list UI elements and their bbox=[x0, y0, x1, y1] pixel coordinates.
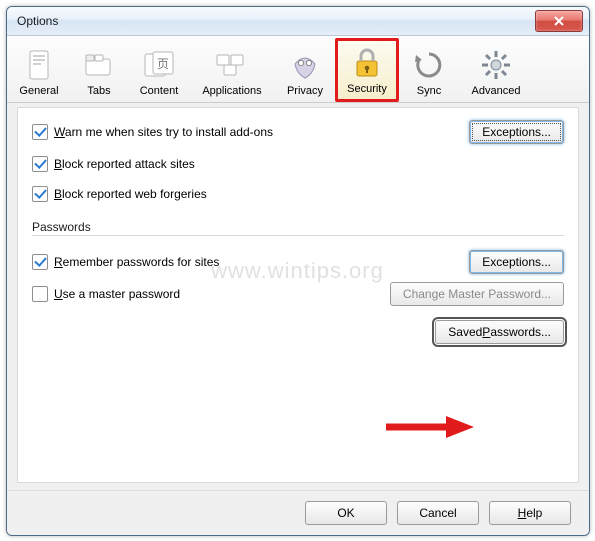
tab-advanced[interactable]: Advanced bbox=[459, 38, 533, 102]
exceptions-passwords-button[interactable]: Exceptions... bbox=[469, 250, 564, 274]
advanced-icon bbox=[480, 47, 512, 83]
tab-label: Sync bbox=[417, 85, 441, 97]
window-title: Options bbox=[7, 14, 58, 28]
tab-tabs[interactable]: Tabs bbox=[69, 38, 129, 102]
tab-label: Tabs bbox=[87, 85, 110, 97]
remember-passwords-label: Remember passwords for sites bbox=[54, 255, 219, 269]
block-attack-checkbox[interactable] bbox=[32, 156, 48, 172]
category-toolbar: General Tabs 页 Content Applications Priv… bbox=[7, 36, 589, 103]
tab-label: Privacy bbox=[287, 85, 323, 97]
exceptions-addons-button[interactable]: Exceptions... bbox=[469, 120, 564, 144]
warn-addons-checkbox[interactable] bbox=[32, 124, 48, 140]
tab-label: Applications bbox=[202, 85, 261, 97]
tab-label: Content bbox=[140, 85, 179, 97]
warn-addons-label: Warn me when sites try to install add-on… bbox=[54, 125, 273, 139]
security-icon bbox=[353, 45, 381, 81]
block-forgeries-checkbox[interactable] bbox=[32, 186, 48, 202]
titlebar: Options bbox=[7, 7, 589, 36]
block-attack-row: Block reported attack sites bbox=[32, 152, 564, 176]
tab-content[interactable]: 页 Content bbox=[129, 38, 189, 102]
tab-applications[interactable]: Applications bbox=[189, 38, 275, 102]
tab-label: Security bbox=[347, 83, 387, 95]
remember-passwords-checkbox[interactable] bbox=[32, 254, 48, 270]
svg-text:页: 页 bbox=[157, 57, 169, 71]
tab-general[interactable]: General bbox=[9, 38, 69, 102]
block-forgeries-row: Block reported web forgeries bbox=[32, 182, 564, 206]
tab-security[interactable]: Security bbox=[335, 38, 399, 102]
general-icon bbox=[26, 47, 52, 83]
block-attack-label: Block reported attack sites bbox=[54, 157, 195, 171]
saved-passwords-row: Saved Passwords... bbox=[32, 320, 564, 344]
ok-button[interactable]: OK bbox=[305, 501, 387, 525]
tab-label: General bbox=[19, 85, 58, 97]
master-password-row: Use a master password Change Master Pass… bbox=[32, 282, 564, 306]
passwords-group-label: Passwords bbox=[32, 220, 97, 234]
applications-icon bbox=[215, 47, 249, 83]
master-password-label: Use a master password bbox=[54, 287, 180, 301]
options-window: Options General Tabs 页 Content bbox=[6, 6, 590, 536]
passwords-group: Passwords bbox=[18, 220, 578, 240]
security-panel: Warn me when sites try to install add-on… bbox=[17, 107, 579, 483]
content-icon: 页 bbox=[143, 47, 175, 83]
change-master-password-button[interactable]: Change Master Password... bbox=[390, 282, 564, 306]
cancel-button[interactable]: Cancel bbox=[397, 501, 479, 525]
annotation-arrow-icon bbox=[384, 414, 474, 440]
tab-privacy[interactable]: Privacy bbox=[275, 38, 335, 102]
remember-passwords-row: Remember passwords for sites Exceptions.… bbox=[32, 250, 564, 274]
block-forgeries-label: Block reported web forgeries bbox=[54, 187, 207, 201]
master-password-checkbox[interactable] bbox=[32, 286, 48, 302]
dialog-button-bar: OK Cancel Help bbox=[7, 490, 589, 535]
tabs-icon bbox=[83, 47, 115, 83]
tab-label: Advanced bbox=[472, 85, 521, 97]
close-button[interactable] bbox=[535, 10, 583, 32]
close-icon bbox=[553, 15, 565, 27]
sync-icon bbox=[413, 47, 445, 83]
help-button[interactable]: Help bbox=[489, 501, 571, 525]
saved-passwords-button[interactable]: Saved Passwords... bbox=[435, 320, 564, 344]
warn-addons-row: Warn me when sites try to install add-on… bbox=[32, 120, 564, 144]
privacy-icon bbox=[289, 47, 321, 83]
tab-sync[interactable]: Sync bbox=[399, 38, 459, 102]
